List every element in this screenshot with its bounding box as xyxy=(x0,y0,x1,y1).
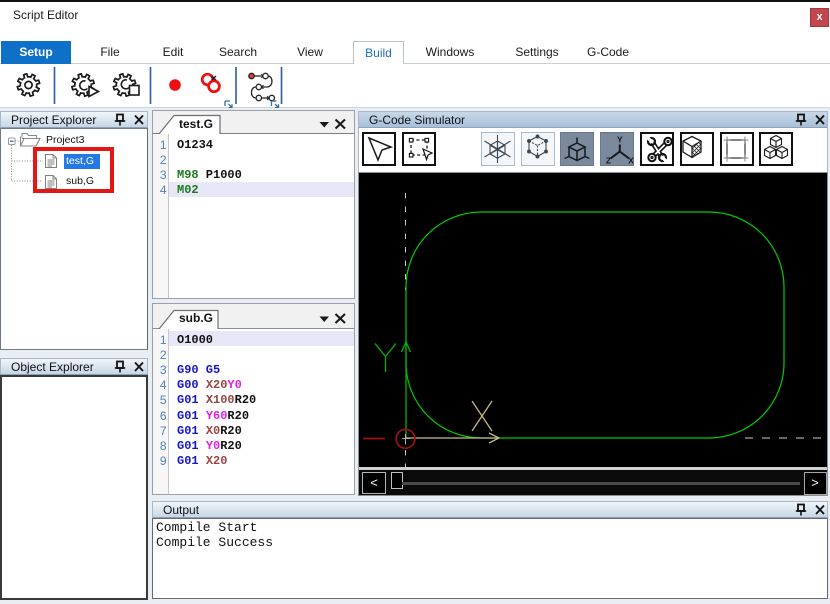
svg-text:X: X xyxy=(628,156,634,166)
svg-text:Y: Y xyxy=(617,135,623,145)
svg-text:Z: Z xyxy=(606,156,611,166)
